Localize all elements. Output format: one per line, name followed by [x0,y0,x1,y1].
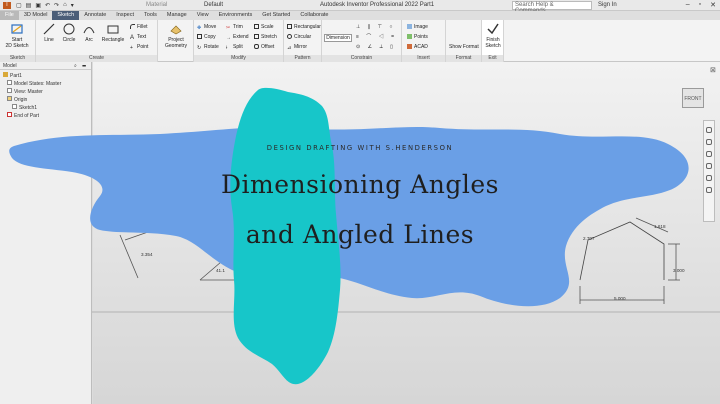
inventor-screenshot: I ▢ ▤ ▣ ↶ ↷ ⌂ ▾ Material Default Autodes… [0,0,720,404]
dim-label-2[interactable]: 41.1 [216,268,225,273]
overlay-graphics [9,87,720,385]
overlay-subtitle: DESIGN DRAFTING WITH S.HENDERSON [266,144,454,152]
blue-splash [9,126,689,307]
overlay-title-line-2: and Angled Lines [245,220,475,249]
dim-label-5[interactable]: 3.000 [673,268,685,273]
overlay-title-line-1: Dimensioning Angles [221,170,499,199]
dim-label-1[interactable]: 3.354 [141,252,153,257]
dim-label-6[interactable]: 5.000 [614,296,626,301]
